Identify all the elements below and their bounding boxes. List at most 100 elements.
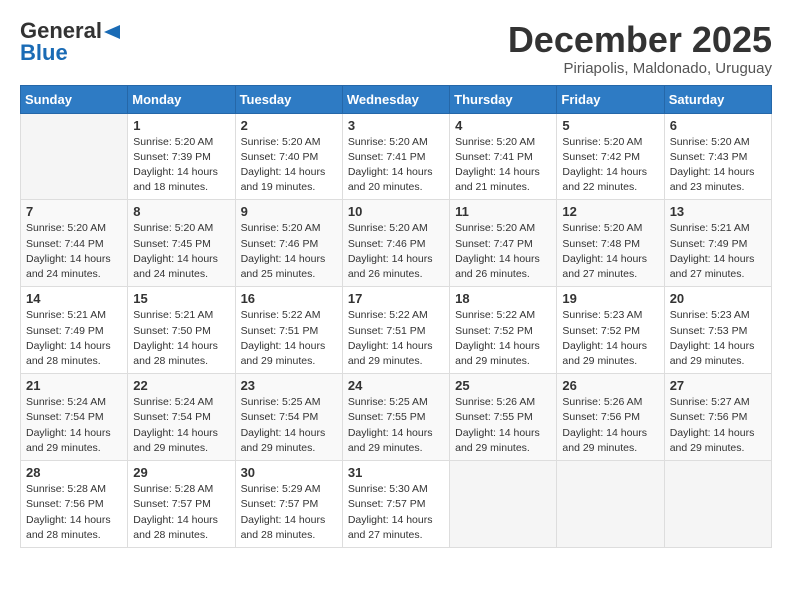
day-number: 18 bbox=[455, 291, 551, 306]
day-number: 8 bbox=[133, 204, 229, 219]
calendar-cell: 25 Sunrise: 5:26 AMSunset: 7:55 PMDaylig… bbox=[450, 374, 557, 461]
day-number: 10 bbox=[348, 204, 444, 219]
day-number: 12 bbox=[562, 204, 658, 219]
day-detail: Sunrise: 5:20 AMSunset: 7:41 PMDaylight:… bbox=[348, 136, 433, 194]
day-detail: Sunrise: 5:28 AMSunset: 7:57 PMDaylight:… bbox=[133, 483, 218, 541]
day-detail: Sunrise: 5:22 AMSunset: 7:52 PMDaylight:… bbox=[455, 309, 540, 367]
calendar-cell: 24 Sunrise: 5:25 AMSunset: 7:55 PMDaylig… bbox=[342, 374, 449, 461]
calendar-cell: 1 Sunrise: 5:20 AMSunset: 7:39 PMDayligh… bbox=[128, 113, 235, 200]
weekday-header: Tuesday bbox=[235, 85, 342, 113]
day-number: 17 bbox=[348, 291, 444, 306]
day-number: 29 bbox=[133, 465, 229, 480]
weekday-header: Friday bbox=[557, 85, 664, 113]
day-number: 31 bbox=[348, 465, 444, 480]
calendar-cell: 16 Sunrise: 5:22 AMSunset: 7:51 PMDaylig… bbox=[235, 287, 342, 374]
calendar-cell bbox=[664, 461, 771, 548]
day-number: 11 bbox=[455, 204, 551, 219]
calendar-cell: 5 Sunrise: 5:20 AMSunset: 7:42 PMDayligh… bbox=[557, 113, 664, 200]
day-detail: Sunrise: 5:28 AMSunset: 7:56 PMDaylight:… bbox=[26, 483, 111, 541]
calendar-week-row: 14 Sunrise: 5:21 AMSunset: 7:49 PMDaylig… bbox=[21, 287, 772, 374]
day-detail: Sunrise: 5:20 AMSunset: 7:40 PMDaylight:… bbox=[241, 136, 326, 194]
calendar-cell: 30 Sunrise: 5:29 AMSunset: 7:57 PMDaylig… bbox=[235, 461, 342, 548]
calendar-cell: 14 Sunrise: 5:21 AMSunset: 7:49 PMDaylig… bbox=[21, 287, 128, 374]
weekday-header-row: SundayMondayTuesdayWednesdayThursdayFrid… bbox=[21, 85, 772, 113]
day-detail: Sunrise: 5:20 AMSunset: 7:44 PMDaylight:… bbox=[26, 222, 111, 280]
page-header: General Blue December 2025 Piriapolis, M… bbox=[20, 20, 772, 77]
logo-triangle-icon bbox=[104, 25, 120, 39]
calendar-week-row: 7 Sunrise: 5:20 AMSunset: 7:44 PMDayligh… bbox=[21, 200, 772, 287]
day-detail: Sunrise: 5:27 AMSunset: 7:56 PMDaylight:… bbox=[670, 396, 755, 454]
logo: General Blue bbox=[20, 20, 120, 64]
calendar-cell: 26 Sunrise: 5:26 AMSunset: 7:56 PMDaylig… bbox=[557, 374, 664, 461]
logo-general: General bbox=[20, 20, 102, 42]
calendar-cell: 13 Sunrise: 5:21 AMSunset: 7:49 PMDaylig… bbox=[664, 200, 771, 287]
calendar-cell: 9 Sunrise: 5:20 AMSunset: 7:46 PMDayligh… bbox=[235, 200, 342, 287]
day-number: 27 bbox=[670, 378, 766, 393]
day-detail: Sunrise: 5:20 AMSunset: 7:48 PMDaylight:… bbox=[562, 222, 647, 280]
calendar-cell: 20 Sunrise: 5:23 AMSunset: 7:53 PMDaylig… bbox=[664, 287, 771, 374]
day-number: 2 bbox=[241, 118, 337, 133]
day-number: 7 bbox=[26, 204, 122, 219]
weekday-header: Monday bbox=[128, 85, 235, 113]
logo-blue: Blue bbox=[20, 42, 68, 64]
day-detail: Sunrise: 5:20 AMSunset: 7:41 PMDaylight:… bbox=[455, 136, 540, 194]
calendar-cell: 17 Sunrise: 5:22 AMSunset: 7:51 PMDaylig… bbox=[342, 287, 449, 374]
calendar-cell: 18 Sunrise: 5:22 AMSunset: 7:52 PMDaylig… bbox=[450, 287, 557, 374]
calendar-cell: 19 Sunrise: 5:23 AMSunset: 7:52 PMDaylig… bbox=[557, 287, 664, 374]
calendar-week-row: 1 Sunrise: 5:20 AMSunset: 7:39 PMDayligh… bbox=[21, 113, 772, 200]
day-number: 1 bbox=[133, 118, 229, 133]
day-detail: Sunrise: 5:29 AMSunset: 7:57 PMDaylight:… bbox=[241, 483, 326, 541]
day-detail: Sunrise: 5:23 AMSunset: 7:52 PMDaylight:… bbox=[562, 309, 647, 367]
day-detail: Sunrise: 5:26 AMSunset: 7:56 PMDaylight:… bbox=[562, 396, 647, 454]
day-number: 15 bbox=[133, 291, 229, 306]
day-detail: Sunrise: 5:21 AMSunset: 7:49 PMDaylight:… bbox=[26, 309, 111, 367]
day-number: 16 bbox=[241, 291, 337, 306]
day-detail: Sunrise: 5:20 AMSunset: 7:42 PMDaylight:… bbox=[562, 136, 647, 194]
calendar-cell: 27 Sunrise: 5:27 AMSunset: 7:56 PMDaylig… bbox=[664, 374, 771, 461]
calendar-cell: 11 Sunrise: 5:20 AMSunset: 7:47 PMDaylig… bbox=[450, 200, 557, 287]
calendar-cell: 10 Sunrise: 5:20 AMSunset: 7:46 PMDaylig… bbox=[342, 200, 449, 287]
weekday-header: Wednesday bbox=[342, 85, 449, 113]
day-detail: Sunrise: 5:30 AMSunset: 7:57 PMDaylight:… bbox=[348, 483, 433, 541]
day-number: 5 bbox=[562, 118, 658, 133]
calendar-cell: 22 Sunrise: 5:24 AMSunset: 7:54 PMDaylig… bbox=[128, 374, 235, 461]
day-detail: Sunrise: 5:25 AMSunset: 7:55 PMDaylight:… bbox=[348, 396, 433, 454]
day-detail: Sunrise: 5:21 AMSunset: 7:49 PMDaylight:… bbox=[670, 222, 755, 280]
calendar-cell: 31 Sunrise: 5:30 AMSunset: 7:57 PMDaylig… bbox=[342, 461, 449, 548]
day-detail: Sunrise: 5:20 AMSunset: 7:47 PMDaylight:… bbox=[455, 222, 540, 280]
day-detail: Sunrise: 5:24 AMSunset: 7:54 PMDaylight:… bbox=[133, 396, 218, 454]
day-detail: Sunrise: 5:25 AMSunset: 7:54 PMDaylight:… bbox=[241, 396, 326, 454]
calendar-cell: 28 Sunrise: 5:28 AMSunset: 7:56 PMDaylig… bbox=[21, 461, 128, 548]
calendar-cell: 15 Sunrise: 5:21 AMSunset: 7:50 PMDaylig… bbox=[128, 287, 235, 374]
day-detail: Sunrise: 5:20 AMSunset: 7:43 PMDaylight:… bbox=[670, 136, 755, 194]
day-detail: Sunrise: 5:20 AMSunset: 7:46 PMDaylight:… bbox=[348, 222, 433, 280]
calendar-cell bbox=[450, 461, 557, 548]
day-detail: Sunrise: 5:20 AMSunset: 7:39 PMDaylight:… bbox=[133, 136, 218, 194]
day-number: 21 bbox=[26, 378, 122, 393]
day-detail: Sunrise: 5:26 AMSunset: 7:55 PMDaylight:… bbox=[455, 396, 540, 454]
title-block: December 2025 Piriapolis, Maldonado, Uru… bbox=[508, 20, 772, 77]
calendar-cell bbox=[21, 113, 128, 200]
calendar-cell: 3 Sunrise: 5:20 AMSunset: 7:41 PMDayligh… bbox=[342, 113, 449, 200]
calendar-week-row: 21 Sunrise: 5:24 AMSunset: 7:54 PMDaylig… bbox=[21, 374, 772, 461]
calendar-cell: 29 Sunrise: 5:28 AMSunset: 7:57 PMDaylig… bbox=[128, 461, 235, 548]
calendar-table: SundayMondayTuesdayWednesdayThursdayFrid… bbox=[20, 85, 772, 548]
day-detail: Sunrise: 5:22 AMSunset: 7:51 PMDaylight:… bbox=[348, 309, 433, 367]
day-number: 3 bbox=[348, 118, 444, 133]
day-number: 30 bbox=[241, 465, 337, 480]
calendar-cell: 4 Sunrise: 5:20 AMSunset: 7:41 PMDayligh… bbox=[450, 113, 557, 200]
day-number: 13 bbox=[670, 204, 766, 219]
day-detail: Sunrise: 5:20 AMSunset: 7:46 PMDaylight:… bbox=[241, 222, 326, 280]
calendar-cell: 21 Sunrise: 5:24 AMSunset: 7:54 PMDaylig… bbox=[21, 374, 128, 461]
day-number: 9 bbox=[241, 204, 337, 219]
day-number: 23 bbox=[241, 378, 337, 393]
calendar-cell bbox=[557, 461, 664, 548]
day-number: 6 bbox=[670, 118, 766, 133]
calendar-cell: 7 Sunrise: 5:20 AMSunset: 7:44 PMDayligh… bbox=[21, 200, 128, 287]
day-number: 22 bbox=[133, 378, 229, 393]
day-number: 28 bbox=[26, 465, 122, 480]
day-number: 4 bbox=[455, 118, 551, 133]
weekday-header: Sunday bbox=[21, 85, 128, 113]
day-number: 20 bbox=[670, 291, 766, 306]
calendar-cell: 2 Sunrise: 5:20 AMSunset: 7:40 PMDayligh… bbox=[235, 113, 342, 200]
